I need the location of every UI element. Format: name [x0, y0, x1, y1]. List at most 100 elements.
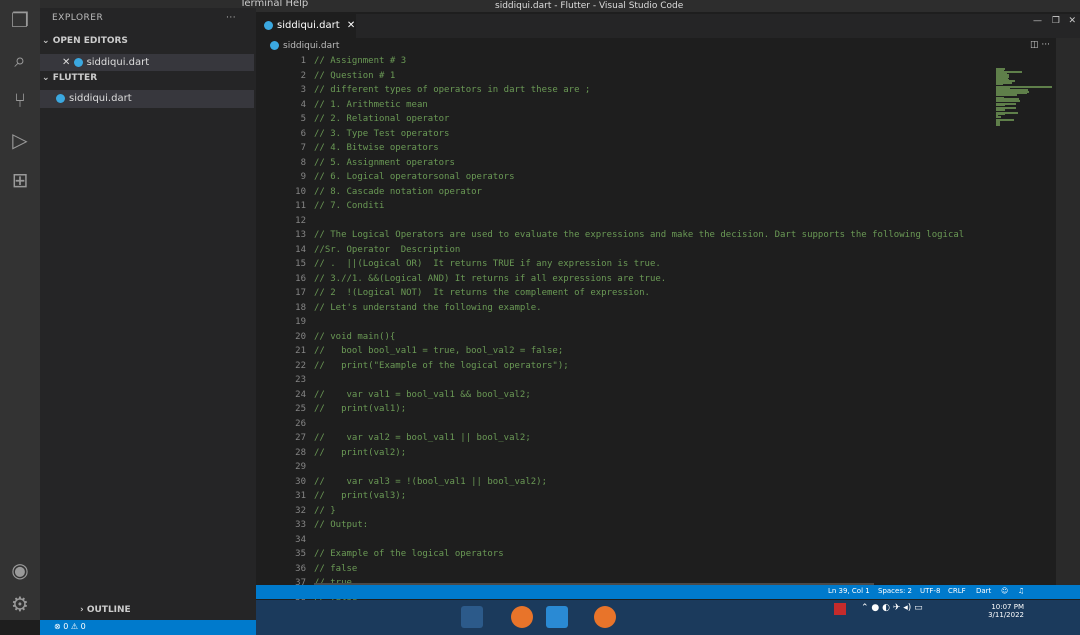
breadcrumb[interactable]: siddiqui.dart	[270, 41, 339, 51]
line-number: 29	[295, 462, 306, 472]
window-close-icon[interactable]: ✕	[1068, 16, 1076, 26]
line-number: 15	[295, 259, 306, 269]
explorer-icon[interactable]: ❐	[8, 8, 32, 32]
tab-siddiqui-dart[interactable]: siddiqui.dart ✕	[256, 14, 356, 38]
browser-icon[interactable]	[594, 606, 616, 628]
notifications-bell-icon[interactable]: ♫	[1018, 587, 1024, 595]
chevron-down-icon: ⌄	[42, 73, 53, 83]
code-line[interactable]: // 1. Arithmetic mean	[314, 100, 428, 110]
code-line[interactable]: // different types of operators in dart …	[314, 85, 590, 95]
window-restore-icon[interactable]: ❐	[1052, 16, 1060, 26]
search-icon[interactable]: ⌕	[8, 48, 32, 72]
vscode-icon[interactable]	[546, 606, 568, 628]
cursor-position[interactable]: Ln 39, Col 1	[828, 587, 870, 595]
flutter-folder-section[interactable]: ⌄ FLUTTER	[42, 73, 97, 83]
line-number: 22	[295, 360, 306, 371]
code-line[interactable]: // 3. Type Test operators	[314, 129, 449, 139]
dart-file-icon	[264, 20, 273, 30]
code-line[interactable]: // print(val1);	[314, 404, 406, 414]
code-line[interactable]: // print(val3);	[314, 491, 406, 501]
extensions-icon[interactable]: ⊞	[8, 168, 32, 192]
code-content[interactable]: // Assignment # 3 // Question # 1 // diffe…	[314, 56, 994, 622]
line-number: 1	[300, 56, 306, 66]
code-line[interactable]: // 5. Assignment operators	[314, 158, 455, 168]
line-number: 13	[295, 230, 306, 240]
settings-gear-icon[interactable]: ⚙	[8, 592, 32, 616]
explorer-header: EXPLORER	[52, 13, 104, 23]
code-line[interactable]: // void main(){	[314, 332, 395, 342]
system-tray-icons[interactable]: ⌃ ● ◐ ✈ ◂) ▭	[861, 603, 923, 613]
code-line[interactable]: // 3.//1. &&(Logical AND) It returns if …	[314, 274, 666, 284]
tray-app-icon[interactable]	[834, 603, 846, 615]
code-line[interactable]: //Sr. Operator Description	[314, 245, 460, 255]
chrome-icon[interactable]	[511, 606, 533, 628]
minimap-line	[996, 93, 1017, 96]
code-line[interactable]: // 2 !(Logical NOT) It returns the compl…	[314, 288, 650, 298]
code-line[interactable]: // 4. Bitwise operators	[314, 143, 439, 153]
line-number: 25	[295, 404, 306, 414]
problems-indicator[interactable]: ⊗ 0 ⚠ 0	[54, 622, 86, 631]
line-ending[interactable]: CRLF	[948, 587, 966, 595]
indentation[interactable]: Spaces: 2	[878, 587, 912, 595]
code-line[interactable]: // print(val2);	[314, 448, 406, 458]
more-actions-icon[interactable]: ···	[226, 13, 236, 23]
taskbar-clock[interactable]: 10:07 PM 3/11/2022	[988, 603, 1024, 619]
code-line[interactable]: // The Logical Operators are used to eva…	[314, 230, 964, 240]
line-number: 28	[295, 447, 306, 458]
line-number: 2	[300, 70, 306, 81]
line-number: 18	[295, 302, 306, 313]
line-number: 7	[300, 143, 306, 153]
run-debug-icon[interactable]: ▷	[8, 128, 32, 152]
line-number: 8	[300, 157, 306, 168]
split-editor-icon[interactable]: ◫ ···	[1030, 40, 1050, 50]
line-number: 31	[295, 491, 306, 501]
line-number: 19	[295, 317, 306, 327]
line-number: 23	[295, 375, 306, 385]
minimap-line	[996, 108, 1005, 111]
outline-section[interactable]: › OUTLINE	[80, 605, 131, 615]
taskbar-app-icon[interactable]	[461, 606, 483, 628]
code-editor[interactable]: siddiqui.dart ◫ ··· 1 2 3 4 5 6 7 8 9 10 11 12 13 14 1…	[256, 38, 1080, 617]
code-line[interactable]: // print("Example of the logical operato…	[314, 361, 569, 371]
source-control-icon[interactable]: ⑂	[8, 88, 32, 112]
open-editor-item[interactable]: ✕ siddiqui.dart	[40, 54, 254, 71]
language-mode[interactable]: Dart	[976, 587, 991, 595]
window-title: siddiqui.dart - Flutter - Visual Studio …	[495, 1, 684, 11]
code-line[interactable]: // Output:	[314, 520, 368, 530]
code-line[interactable]: // var val3 = !(bool_val1 || bool_val2);	[314, 477, 547, 487]
code-line[interactable]: // false	[314, 564, 357, 574]
window-minimize-icon[interactable]: —	[1033, 16, 1042, 26]
line-number: 14	[295, 244, 306, 255]
close-icon[interactable]: ✕	[62, 57, 74, 68]
file-tree-item[interactable]: siddiqui.dart	[40, 90, 254, 108]
close-tab-icon[interactable]: ✕	[347, 20, 355, 31]
code-line[interactable]: // 6. Logical operatorsonal operators	[314, 172, 514, 182]
code-line[interactable]: // Question # 1	[314, 71, 395, 81]
code-line[interactable]: // . ||(Logical OR) It returns TRUE if a…	[314, 259, 661, 269]
code-line[interactable]: // var val1 = bool_val1 && bool_val2;	[314, 390, 531, 400]
code-line[interactable]: // 2. Relational operator	[314, 114, 449, 124]
code-line[interactable]: // 8. Cascade notation operator	[314, 187, 482, 197]
vertical-scrollbar[interactable]	[1056, 38, 1080, 598]
line-number: 36	[295, 563, 306, 574]
minimap-line	[996, 99, 1020, 102]
code-line[interactable]: // var val2 = bool_val1 || bool_val2;	[314, 433, 531, 443]
dart-file-icon	[73, 57, 83, 67]
encoding[interactable]: UTF-8	[920, 587, 940, 595]
feedback-icon[interactable]: ☺	[1001, 587, 1008, 595]
line-number: 16	[295, 273, 306, 284]
code-line[interactable]: // Let's understand the following exampl…	[314, 303, 542, 313]
minimap[interactable]	[996, 68, 1054, 128]
code-line[interactable]: // Assignment # 3	[314, 56, 406, 66]
minimap-line	[996, 116, 1001, 118]
code-line[interactable]: // Example of the logical operators	[314, 549, 504, 559]
account-icon[interactable]: ◉	[8, 558, 32, 582]
line-number: 9	[300, 172, 306, 182]
line-number: 3	[300, 85, 306, 95]
minimap-line	[996, 104, 1005, 106]
code-line[interactable]: // }	[314, 506, 336, 516]
code-line[interactable]: // 7. Conditi	[314, 201, 384, 211]
open-editors-section[interactable]: ⌄ OPEN EDITORS	[42, 36, 128, 46]
code-line[interactable]: // bool bool_val1 = true, bool_val2 = fa…	[314, 346, 563, 356]
line-number: 21	[295, 346, 306, 356]
